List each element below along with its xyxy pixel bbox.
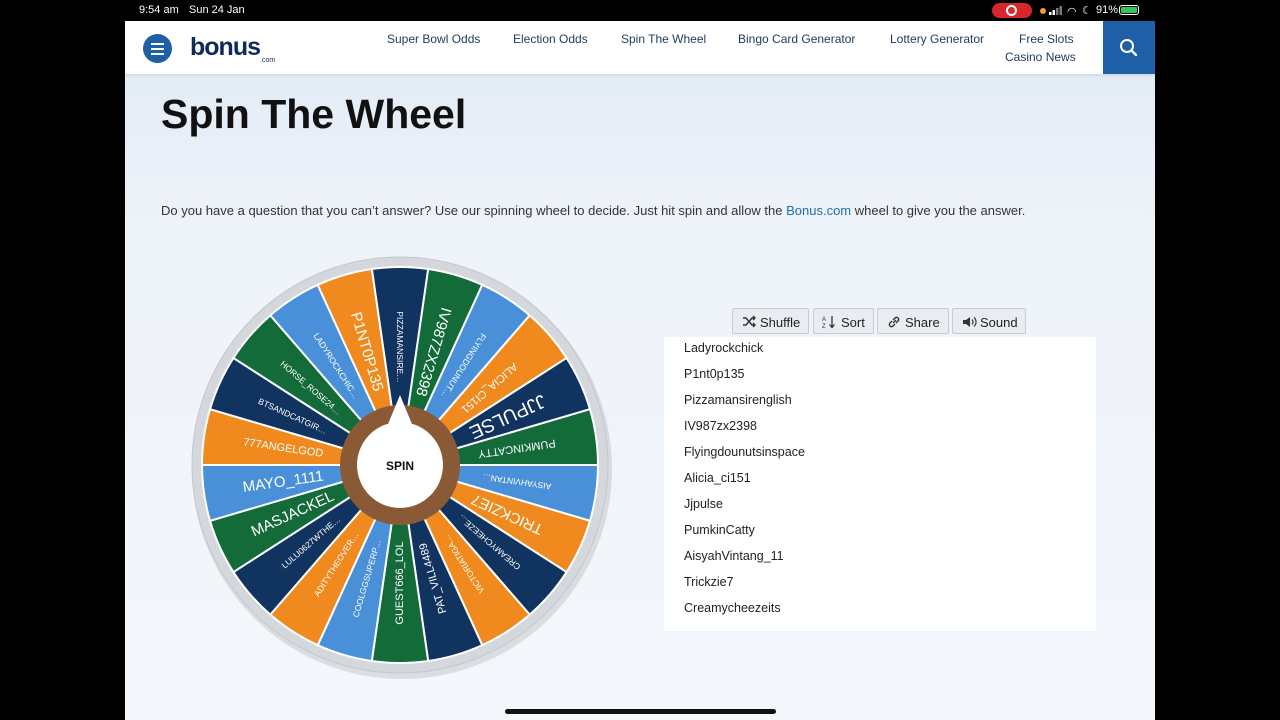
page-title: Spin The Wheel (161, 91, 467, 137)
nav-election-odds[interactable]: Election Odds (513, 32, 588, 46)
status-bar: 9:54 am Sun 24 Jan ◠ ☾ 91% (0, 0, 1280, 21)
sound-button[interactable]: Sound (952, 308, 1026, 334)
do-not-disturb-icon: ☾ (1082, 5, 1092, 17)
left-letterbox (0, 21, 125, 720)
site-header: bonus .com Super Bowl Odds Election Odds… (125, 21, 1155, 74)
bonus-link[interactable]: Bonus.com (786, 203, 851, 218)
nav-super-bowl-odds[interactable]: Super Bowl Odds (387, 32, 480, 46)
search-button[interactable] (1103, 21, 1155, 74)
entry-item[interactable]: AisyahVintang_11 (684, 549, 784, 563)
shuffle-button[interactable]: Shuffle (732, 308, 809, 334)
battery-icon (1119, 5, 1139, 15)
svg-text:A: A (822, 317, 826, 323)
spin-wheel[interactable]: PIZZAMANSIRE… IV987ZX2398FLYINGDOUNUT…ALI… (183, 247, 623, 687)
entry-item[interactable]: Alicia_ci151 (684, 471, 751, 485)
status-time: 9:54 am (139, 4, 179, 16)
nav-casino-news[interactable]: Casino News (1005, 50, 1076, 64)
home-indicator[interactable] (505, 709, 776, 714)
wheel-segment-label: PIZZAMANSIRE… (395, 311, 405, 382)
share-label: Share (905, 315, 940, 330)
shuffle-icon (743, 315, 756, 328)
site-logo[interactable]: bonus .com (190, 33, 275, 64)
svg-text:Z: Z (822, 324, 826, 329)
intro-text-start: Do you have a question that you can’t an… (161, 203, 787, 218)
sort-button[interactable]: AZ Sort (813, 308, 874, 334)
nav-bingo-card-generator[interactable]: Bingo Card Generator (738, 32, 855, 46)
entry-item[interactable]: IV987zx2398 (684, 419, 757, 433)
shuffle-label: Shuffle (760, 315, 801, 330)
entries-list[interactable]: Ladyrockchick P1nt0p135 Pizzamansirengli… (664, 337, 1096, 631)
battery-percent: 91% (1096, 4, 1119, 16)
wheel-segment-label: GUEST666_LOL (394, 541, 406, 624)
link-icon (888, 316, 900, 328)
share-button[interactable]: Share (877, 308, 949, 334)
logo-suffix: .com (260, 57, 276, 64)
right-letterbox (1155, 21, 1280, 720)
nav-spin-the-wheel[interactable]: Spin The Wheel (621, 32, 706, 46)
entry-item[interactable]: Trickzie7 (684, 575, 734, 589)
status-date: Sun 24 Jan (189, 4, 245, 16)
search-icon (1120, 39, 1138, 57)
nav-free-slots[interactable]: Free Slots (1019, 32, 1074, 46)
entry-item[interactable]: PumkinCatty (684, 523, 755, 537)
sort-icon: AZ (822, 316, 835, 329)
sound-label: Sound (980, 315, 1018, 330)
cellular-signal-icon (1049, 6, 1062, 15)
sort-label: Sort (841, 315, 865, 330)
entry-item[interactable]: Pizzamansirenglish (684, 393, 792, 407)
spin-button-label[interactable]: SPIN (386, 459, 414, 473)
wifi-icon: ◠ (1067, 6, 1077, 18)
intro-text: Do you have a question that you can’t an… (161, 201, 1101, 220)
intro-text-end: wheel to give you the answer. (851, 203, 1026, 218)
entry-item[interactable]: Ladyrockchick (684, 341, 763, 355)
entry-item[interactable]: Creamycheezeits (684, 601, 781, 615)
mic-indicator-icon (1040, 8, 1046, 14)
entry-item[interactable]: Flyingdounutsinspace (684, 445, 805, 459)
web-page: bonus .com Super Bowl Odds Election Odds… (125, 21, 1155, 720)
logo-text: bonus (190, 33, 261, 61)
hamburger-menu-button[interactable] (143, 34, 172, 63)
speaker-icon (963, 317, 977, 327)
entry-item[interactable]: Jjpulse (684, 497, 723, 511)
nav-lottery-generator[interactable]: Lottery Generator (890, 32, 984, 46)
screen-record-icon[interactable] (992, 3, 1032, 18)
entry-item[interactable]: P1nt0p135 (684, 367, 744, 381)
